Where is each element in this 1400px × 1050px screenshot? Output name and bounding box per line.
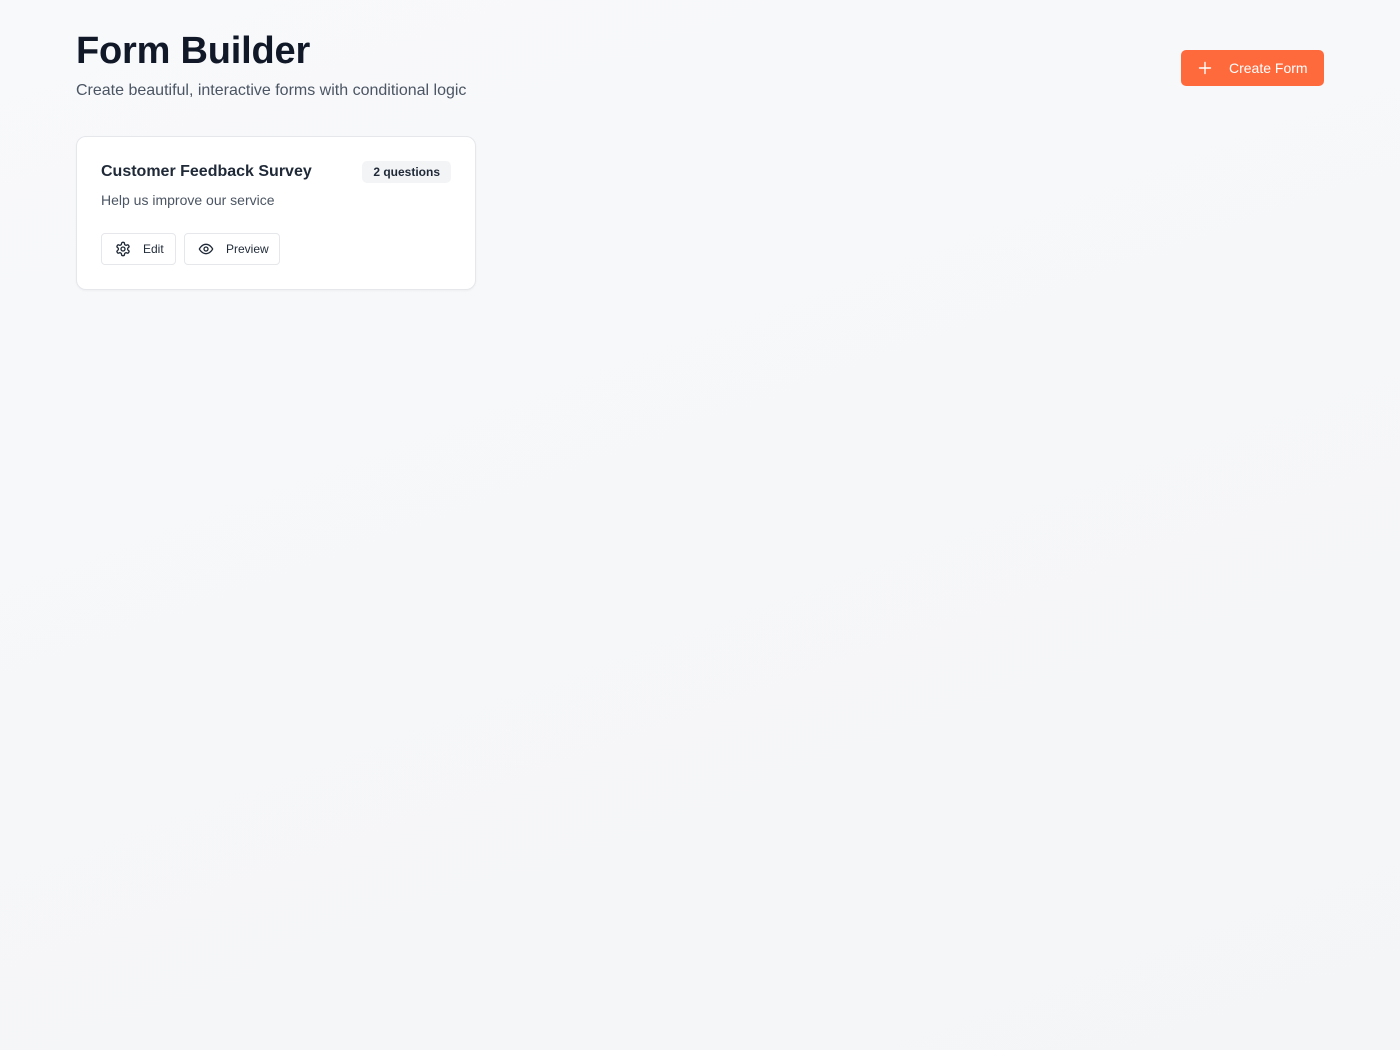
create-form-label: Create Form	[1229, 60, 1308, 76]
create-form-button[interactable]: Create Form	[1181, 50, 1324, 86]
page-header: Form Builder Create beautiful, interacti…	[76, 28, 1324, 108]
form-card-actions: Edit Preview	[101, 233, 280, 265]
question-count-badge: 2 questions	[362, 161, 451, 183]
form-card-description: Help us improve our service	[101, 192, 275, 208]
page-subtitle: Create beautiful, interactive forms with…	[76, 82, 467, 99]
preview-button-label: Preview	[226, 242, 269, 256]
edit-button-label: Edit	[143, 242, 164, 256]
edit-button[interactable]: Edit	[101, 233, 176, 265]
page-title: Form Builder	[76, 30, 311, 72]
form-card: Customer Feedback Survey 2 questions Hel…	[76, 136, 476, 290]
preview-button[interactable]: Preview	[184, 233, 280, 265]
gear-icon	[115, 241, 131, 257]
eye-icon	[198, 241, 214, 257]
plus-icon	[1198, 61, 1212, 75]
form-card-title: Customer Feedback Survey	[101, 163, 312, 180]
